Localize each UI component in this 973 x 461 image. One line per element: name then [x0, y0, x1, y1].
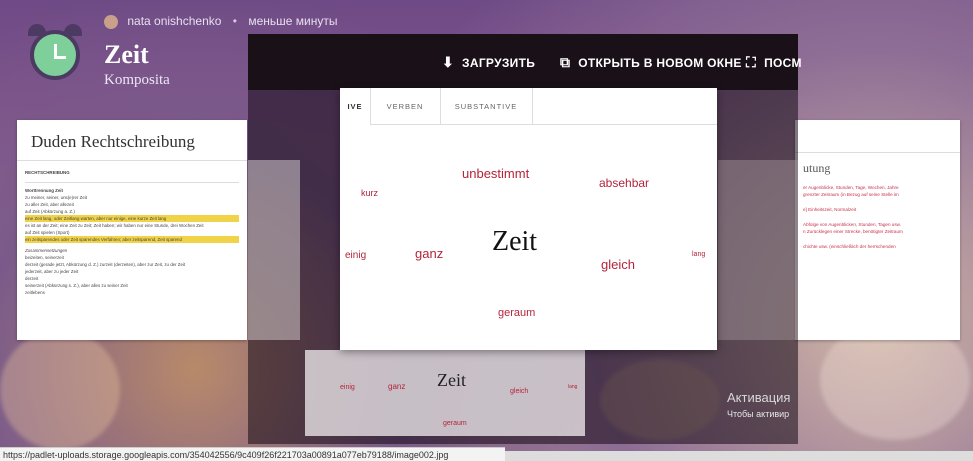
status-bar-fill — [505, 451, 973, 461]
cloud-word-ganz: ganz — [415, 246, 444, 261]
cloud-center-word: Zeit — [492, 226, 538, 257]
page-subtitle: Komposita — [104, 72, 170, 88]
sub-heading: Zusammensetzungen — [25, 248, 68, 253]
fullscreen-label: ПОСМ — [764, 55, 802, 70]
avatar[interactable] — [104, 14, 118, 29]
browser-status-url: https://padlet-uploads.storage.googleapi… — [0, 447, 505, 461]
alarm-clock-icon — [26, 24, 84, 82]
section-label: RECHTSCHREIBUNG — [25, 170, 70, 175]
tab-substantive[interactable]: SUBSTANTIVE — [440, 88, 533, 124]
card-title: Duden Rechtschreibung — [17, 120, 247, 161]
tab-verben[interactable]: VERBEN — [370, 88, 441, 124]
cloud-word-einig: einig — [345, 250, 367, 261]
line: auf Zeit (Abkürzung a. Z.) — [25, 209, 75, 214]
line: auf Zeit spielen (Sport) — [25, 230, 70, 235]
background-word: geraum — [443, 420, 467, 427]
line: ein zeitsparendes oder Zeit sparendes Ve… — [25, 236, 239, 243]
background-word: einig — [340, 384, 355, 391]
background-center-word: Zeit — [437, 370, 466, 390]
line: er Augenblicke, Stunden, Tage, Wochen, J… — [803, 185, 899, 190]
activation-title: Активация — [727, 390, 791, 405]
fullscreen-button[interactable]: ⛶ ПОСМ — [746, 54, 802, 71]
time-ago: меньше минуты — [248, 14, 338, 28]
cloud-word-lang: lang — [692, 251, 706, 258]
author-name[interactable]: nata onishchenko — [127, 14, 221, 28]
wordcloud-tabs: IVE VERBEN SUBSTANTIVE — [340, 88, 717, 126]
cloud-word-unbestimmt: unbestimmt — [462, 166, 530, 181]
line: chichte usw. (einschließlich der herrsch… — [803, 244, 896, 249]
external-link-icon: ⧉ — [560, 54, 571, 70]
cloud-word-gleich: gleich — [601, 257, 635, 272]
tab-adjektive[interactable]: IVE — [340, 88, 371, 126]
duden-card[interactable]: Duden Rechtschreibung RECHTSCHREIBUNG Wo… — [17, 120, 247, 340]
line: derzeit (gerade jetzt, Abkürzung d. Z.) … — [25, 262, 186, 267]
open-new-window-button[interactable]: ⧉ ОТКРЫТЬ В НОВОМ ОКНЕ — [560, 54, 742, 71]
windows-activation-watermark: Активация Чтобы активир — [727, 390, 790, 419]
line: zu aller Zeit, aber allezeit — [25, 202, 74, 207]
line: seinerzeit (Abkürzung s. Z.), aber alles… — [25, 283, 128, 288]
activation-line: Чтобы активир — [727, 409, 790, 419]
definition-card[interactable]: utung er Augenblicke, Stunden, Tage, Woc… — [795, 120, 960, 340]
page-title: Zeit — [104, 40, 149, 69]
line: beizeiten, seinerzeit — [25, 255, 64, 260]
cloud-word-absehbar: absehbar — [599, 176, 650, 190]
background-word: ganz — [388, 382, 406, 391]
download-label: ЗАГРУЗИТЬ — [462, 55, 536, 70]
line: e] Einheitszeit, Normalzeit — [803, 207, 857, 212]
line: grenzter Zeitraum (in Bezug auf seine St… — [803, 192, 899, 197]
line: n Zurücklegen einer Strecke, benötigter … — [803, 229, 903, 234]
wordcloud-modal: IVE VERBEN SUBSTANTIVE unbestimmt absehb… — [340, 88, 717, 350]
line: zeitlebens — [25, 290, 45, 295]
download-icon: ⬇ — [442, 54, 455, 70]
partial-heading: utung — [803, 161, 831, 175]
line: Abfolge von Augenblicken, Stunden, Tagen… — [803, 222, 901, 227]
section-heading: Worttrennung Zeit — [25, 188, 63, 193]
download-button[interactable]: ⬇ ЗАГРУЗИТЬ — [442, 54, 535, 71]
card-header — [795, 120, 960, 153]
background-word: lang — [568, 384, 578, 390]
card-content: RECHTSCHREIBUNG Worttrennung Zeit zu mei… — [17, 161, 247, 300]
cloud-word-geraum: geraum — [498, 307, 536, 319]
line: zu meiner, seiner, uns(e)rer Zeit — [25, 195, 87, 200]
background-card-dim — [248, 160, 300, 340]
background-word: gleich — [510, 388, 529, 395]
separator: • — [232, 14, 237, 28]
bokeh-light — [0, 330, 120, 450]
viewer-toolbar: ⬇ ЗАГРУЗИТЬ ⧉ ОТКРЫТЬ В НОВОМ ОКНЕ ⛶ ПОС… — [248, 34, 801, 90]
line: eine Zeit lang, oder Zeitlang warten, ab… — [25, 215, 239, 222]
line: es ist an der Zeit; eine Zeit zu Zeit; Z… — [25, 223, 204, 228]
fullscreen-icon: ⛶ — [746, 54, 757, 70]
cloud-word-kurz: kurz — [361, 188, 379, 198]
line: jederzeit, aber zu jeder Zeit — [25, 269, 79, 274]
author-row: nata onishchenko • меньше минуты — [104, 14, 337, 29]
line: derzeit — [25, 276, 39, 281]
card-content: er Augenblicke, Stunden, Tage, Wochen, J… — [795, 178, 960, 256]
background-card-dim — [718, 160, 798, 340]
open-new-window-label: ОТКРЫТЬ В НОВОМ ОКНЕ — [578, 55, 742, 70]
